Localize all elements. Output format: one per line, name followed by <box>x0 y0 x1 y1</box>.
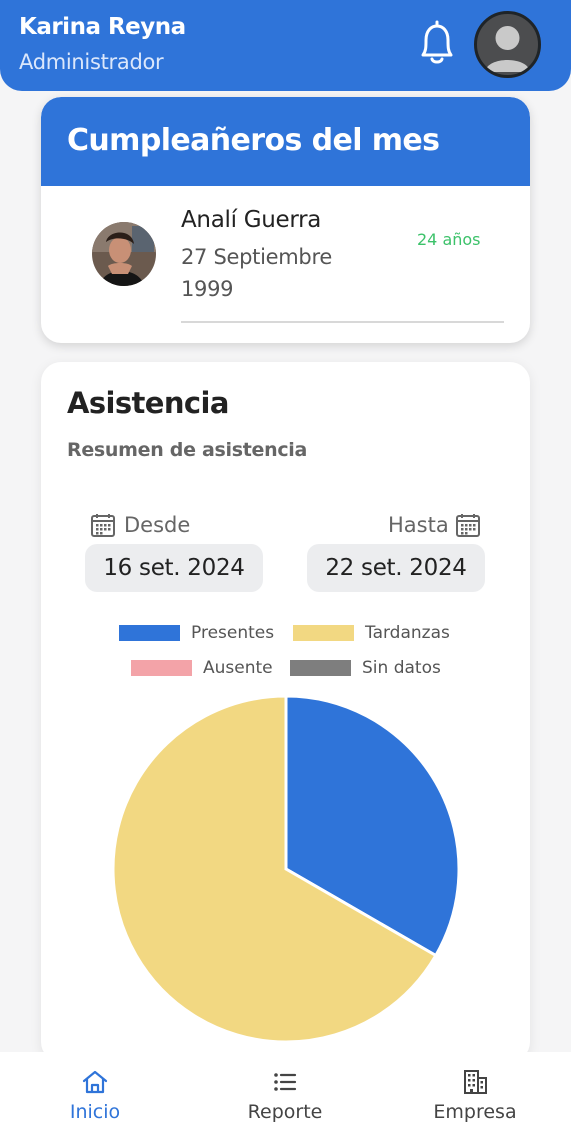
nav-label: Reporte <box>247 1101 323 1123</box>
to-date-button[interactable]: 22 set. 2024 <box>307 544 485 592</box>
birthday-person-name: Analí Guerra <box>181 207 322 233</box>
nav-label: Empresa <box>433 1101 517 1123</box>
legend-label: Tardanzas <box>365 623 450 643</box>
nav-item-empresa[interactable]: Empresa <box>380 1052 570 1139</box>
calendar-icon <box>91 514 115 537</box>
birthday-person-photo <box>92 222 156 286</box>
birthdays-title: Cumpleañeros del mes <box>67 123 440 158</box>
building-icon <box>464 1070 487 1094</box>
avatar-icon <box>485 26 530 72</box>
legend-swatch <box>119 625 180 641</box>
legend-item-ausente[interactable]: Ausente <box>131 658 291 678</box>
legend-swatch <box>293 625 354 641</box>
birthdays-card: Cumpleañeros del mes Analí Guerra 27 Sep… <box>41 97 530 343</box>
from-label: Desde <box>124 513 191 537</box>
legend-item-presentes[interactable]: Presentes <box>119 623 289 643</box>
legend-swatch <box>290 660 351 676</box>
user-name: Karina Reyna <box>19 14 186 40</box>
bottom-nav: Inicio Reporte Empresa <box>0 1052 571 1139</box>
attendance-pie-chart <box>111 694 461 1044</box>
birthday-person-age: 24 años <box>417 230 481 249</box>
list-icon <box>274 1073 297 1091</box>
avatar[interactable] <box>474 11 541 78</box>
legend-label: Presentes <box>191 623 275 643</box>
calendar-icon <box>456 514 480 537</box>
attendance-title: Asistencia <box>67 386 229 420</box>
nav-item-inicio[interactable]: Inicio <box>0 1052 190 1139</box>
from-date-button[interactable]: 16 set. 2024 <box>85 544 263 592</box>
legend-swatch <box>131 660 192 676</box>
legend-item-tardanzas[interactable]: Tardanzas <box>293 623 463 643</box>
attendance-subtitle: Resumen de asistencia <box>67 439 308 461</box>
nav-item-reporte[interactable]: Reporte <box>190 1052 380 1139</box>
legend-label: Sin datos <box>362 658 441 678</box>
to-label: Hasta <box>388 513 449 537</box>
app-header: Karina Reyna Administrador <box>0 0 571 91</box>
bell-icon[interactable] <box>414 18 460 68</box>
user-role: Administrador <box>19 50 164 74</box>
nav-label: Inicio <box>69 1101 121 1123</box>
home-icon <box>82 1070 108 1094</box>
legend-label: Ausente <box>203 658 273 678</box>
birthday-person-date: 27 Septiembre 1999 <box>181 245 332 301</box>
legend-item-sin-datos[interactable]: Sin datos <box>290 658 460 678</box>
divider <box>181 321 504 323</box>
attendance-card: Asistencia Resumen de asistencia Desde H… <box>41 362 530 1062</box>
